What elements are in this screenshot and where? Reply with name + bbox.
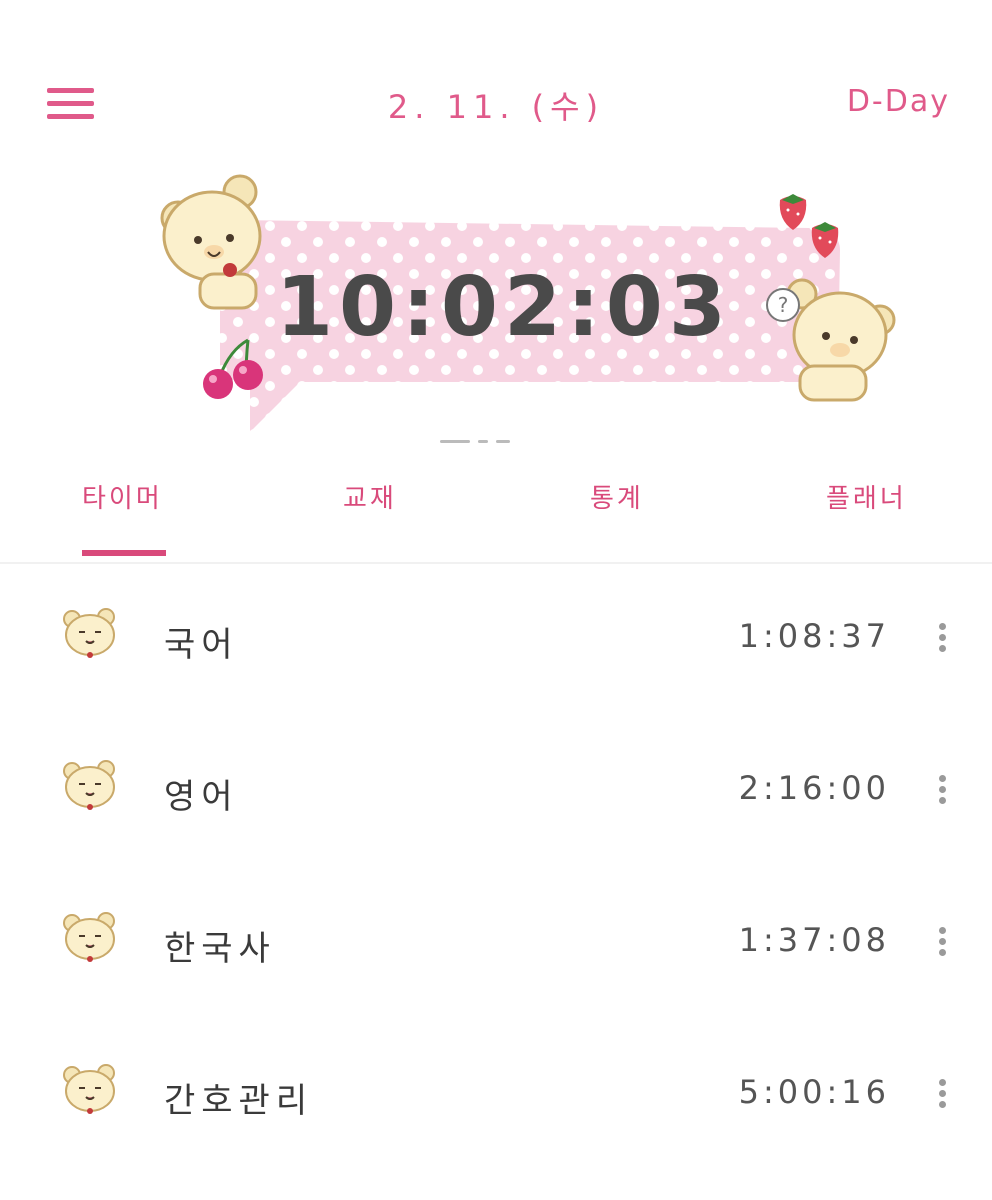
- subject-time: 1:37:08: [738, 921, 890, 959]
- active-tab-indicator: [82, 550, 166, 556]
- total-study-time: 10:02:03: [276, 260, 732, 355]
- subject-name: 간호관리: [164, 1081, 314, 1121]
- help-icon[interactable]: ?: [766, 288, 800, 322]
- left-bear-illustration: [160, 174, 262, 310]
- tab-planner[interactable]: 플래너: [826, 478, 907, 515]
- subject-name: 한국사: [164, 929, 276, 969]
- more-options-icon[interactable]: [934, 1079, 950, 1111]
- bear-face-icon: [63, 1064, 115, 1114]
- dday-button[interactable]: D-Day: [847, 84, 950, 119]
- more-options-icon[interactable]: [934, 775, 950, 807]
- list-item[interactable]: 간호관리 5:00:16: [0, 1021, 992, 1173]
- current-date: 2. 11. (수): [387, 88, 605, 126]
- subject-name: 영어: [164, 777, 239, 817]
- subject-time: 1:08:37: [738, 617, 890, 655]
- tab-textbook[interactable]: 교재: [343, 478, 397, 515]
- subject-time: 5:00:16: [738, 1073, 890, 1111]
- right-bear-illustration: [786, 278, 896, 402]
- bear-face-icon: [63, 912, 115, 962]
- list-item[interactable]: 영어 2:16:00: [0, 717, 992, 869]
- tab-bar: 타이머 교재 통계 플래너: [0, 478, 992, 564]
- subject-name: 국어: [164, 625, 239, 665]
- bear-face-icon: [63, 608, 115, 658]
- hidden-subtitle: [440, 428, 560, 443]
- more-options-icon[interactable]: [934, 623, 950, 655]
- list-item[interactable]: 국어 1:08:37: [0, 565, 992, 717]
- more-options-icon[interactable]: [934, 927, 950, 959]
- tab-statistics[interactable]: 통계: [590, 478, 644, 515]
- bear-face-icon: [63, 760, 115, 810]
- list-item[interactable]: 한국사 1:37:08: [0, 869, 992, 1021]
- timer-banner: 10:02:03 ?: [150, 170, 910, 443]
- subject-time: 2:16:00: [738, 769, 890, 807]
- tab-timer[interactable]: 타이머: [82, 478, 163, 515]
